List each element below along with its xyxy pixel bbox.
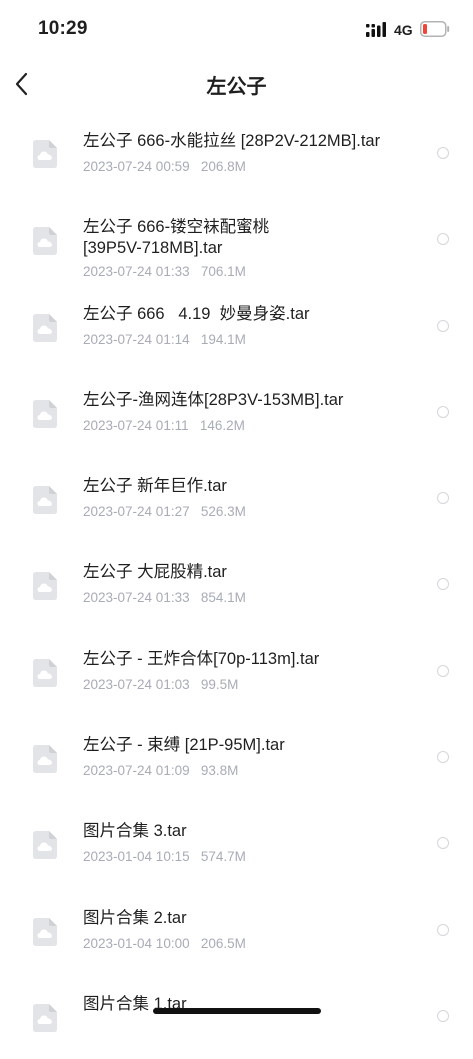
page-title: 左公子 [206, 76, 267, 98]
file-meta: 2023-07-24 01:09 93.8M [83, 763, 239, 779]
file-name: 左公子 大屁股精.tar [83, 563, 227, 582]
cloud-file-icon [33, 917, 57, 946]
file-meta: 2023-01-04 10:00 206.5M [83, 935, 246, 951]
file-row[interactable]: 图片合集 2.tar 2023-01-04 10:00 206.5M [0, 887, 473, 973]
file-meta: 2023-07-24 01:14 194.1M [83, 331, 246, 347]
file-row[interactable]: 左公子 大屁股精.tar 2023-07-24 01:33 854.1M [0, 541, 473, 627]
file-meta: 2023-07-24 01:33 706.1M [83, 264, 246, 280]
cloud-file-icon [33, 313, 57, 342]
cloud-file-icon [33, 572, 57, 601]
file-row[interactable]: 左公子 666-镂空袜配蜜桃 [39P5V-718MB].tar 2023-07… [0, 196, 473, 282]
status-bar: 10:29 4G [0, 0, 473, 60]
home-indicator[interactable] [153, 1008, 321, 1014]
cloud-file-icon [33, 227, 57, 256]
file-row[interactable]: 左公子 - 束缚 [21P-95M].tar 2023-07-24 01:09 … [0, 714, 473, 800]
file-meta: 2023-07-24 01:11 146.2M [83, 417, 245, 433]
file-name: 左公子 - 王炸合体[70p-113m].tar [83, 649, 320, 668]
select-radio[interactable] [437, 837, 449, 850]
status-time: 10:29 [38, 18, 88, 39]
file-row[interactable]: 左公子 - 王炸合体[70p-113m].tar 2023-07-24 01:0… [0, 628, 473, 714]
cloud-file-icon [33, 1003, 57, 1032]
battery-icon [420, 21, 450, 37]
file-name: 左公子 666-镂空袜配蜜桃 [39P5V-718MB].tar [83, 218, 270, 258]
file-row[interactable]: 图片合集 1.tar [0, 973, 473, 1059]
network-type-label: 4G [394, 22, 413, 38]
cloud-file-icon [33, 399, 57, 428]
file-row[interactable]: 左公子 666-水能拉丝 [28P2V-212MB].tar 2023-07-2… [0, 110, 473, 196]
select-radio[interactable] [437, 664, 449, 677]
signal-icon [366, 22, 386, 37]
select-radio[interactable] [437, 405, 449, 418]
file-row[interactable]: 左公子 666 4.19 妙曼身姿.tar 2023-07-24 01:14 1… [0, 283, 473, 369]
file-meta: 2023-01-04 10:15 574.7M [83, 849, 246, 865]
navigation-bar: 左公子 [0, 60, 473, 110]
file-name: 左公子-渔网连体[28P3V-153MB].tar [83, 390, 344, 409]
file-name: 左公子 新年巨作.tar [83, 477, 227, 496]
select-radio[interactable] [437, 147, 449, 159]
cloud-file-icon [33, 486, 57, 515]
cloud-file-icon [33, 658, 57, 687]
select-radio[interactable] [437, 1009, 449, 1022]
cloud-file-icon [33, 140, 57, 168]
select-radio[interactable] [437, 492, 449, 505]
select-radio[interactable] [437, 923, 449, 936]
cloud-file-icon [33, 745, 57, 774]
file-name: 左公子 666 4.19 妙曼身姿.tar [83, 304, 310, 323]
file-name: 图片合集 3.tar [83, 822, 187, 841]
file-meta: 2023-07-24 00:59 206.8M [83, 159, 246, 174]
file-list: 左公子 666-水能拉丝 [28P2V-212MB].tar 2023-07-2… [0, 110, 473, 1059]
file-meta: 2023-07-24 01:33 854.1M [83, 590, 246, 606]
file-meta: 2023-07-24 01:27 526.3M [83, 504, 246, 520]
file-row[interactable]: 图片合集 3.tar 2023-01-04 10:15 574.7M [0, 800, 473, 886]
file-name: 左公子 666-水能拉丝 [28P2V-212MB].tar [83, 132, 381, 150]
file-row[interactable]: 左公子-渔网连体[28P3V-153MB].tar 2023-07-24 01:… [0, 369, 473, 455]
file-name: 图片合集 2.tar [83, 908, 187, 927]
select-radio[interactable] [437, 233, 449, 246]
select-radio[interactable] [437, 319, 449, 332]
file-row[interactable]: 左公子 新年巨作.tar 2023-07-24 01:27 526.3M [0, 455, 473, 541]
cloud-file-icon [33, 831, 57, 860]
file-name: 左公子 - 束缚 [21P-95M].tar [83, 736, 285, 755]
select-radio[interactable] [437, 751, 449, 764]
select-radio[interactable] [437, 578, 449, 591]
file-meta: 2023-07-24 01:03 99.5M [83, 676, 239, 692]
